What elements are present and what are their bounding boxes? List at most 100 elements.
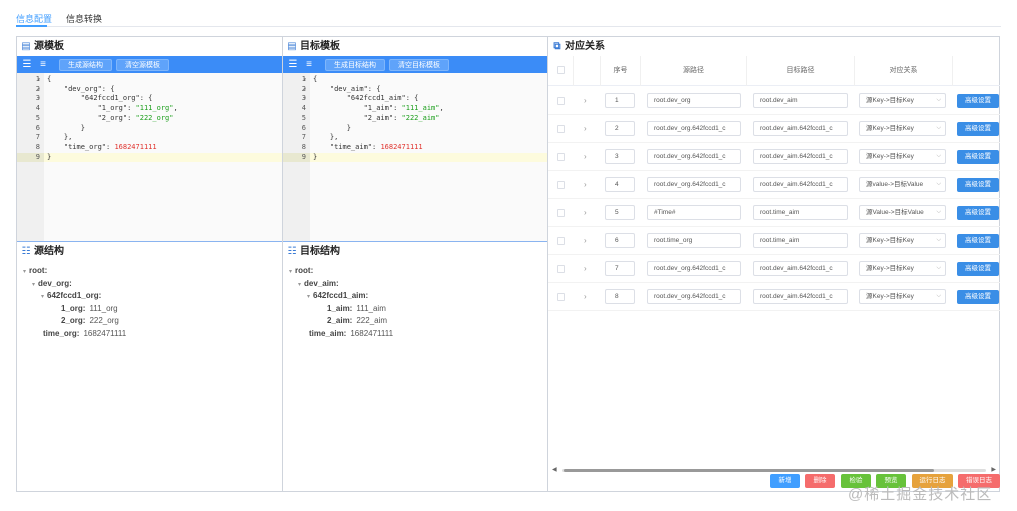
format-indent-icon[interactable]: ☰	[287, 59, 299, 70]
tree-node[interactable]: 1_org: 111_org	[61, 303, 118, 315]
code-line[interactable]: 7 },	[283, 133, 547, 143]
relation-select[interactable]: 源Key->目标Key ⌵	[859, 233, 946, 248]
tree-node[interactable]: time_org: 1682471111	[43, 328, 126, 340]
source-path-input[interactable]: #Time#	[647, 205, 741, 220]
chevron-down-icon[interactable]: ⌵	[936, 206, 941, 219]
relation-select[interactable]: 源Key->目标Key ⌵	[859, 261, 946, 276]
chevron-down-icon[interactable]: ⌵	[936, 234, 941, 247]
generate-source-structure-button[interactable]: 生成源结构	[59, 58, 112, 71]
tree-node[interactable]: ▾ root:	[289, 265, 317, 277]
index-input[interactable]: 8	[605, 289, 635, 304]
target-path-input[interactable]: root.time_aim	[753, 205, 848, 220]
source-path-input[interactable]: root.dev_org.642fccd1_c	[647, 261, 741, 276]
chevron-right-icon[interactable]: ›	[584, 264, 587, 273]
source-code-editor[interactable]: 1 ▾{2 ▾ "dev_org": {3 ▾ "642fccd1_org": {4 …	[17, 73, 282, 241]
relation-select[interactable]: 源Key->目标Key ⌵	[859, 149, 946, 164]
row-checkbox[interactable]	[557, 237, 565, 245]
index-input[interactable]: 3	[605, 149, 635, 164]
fold-toggle-icon[interactable]: ▾	[37, 75, 41, 85]
chevron-down-icon[interactable]: ⌵	[936, 94, 941, 107]
clear-target-template-button[interactable]: 清空目标模板	[389, 58, 449, 71]
chevron-right-icon[interactable]: ›	[584, 124, 587, 133]
source-path-input[interactable]: root.dev_org	[647, 93, 741, 108]
source-path-input[interactable]: root.dev_org.642fccd1_c	[647, 121, 741, 136]
index-input[interactable]: 6	[605, 233, 635, 248]
chevron-right-icon[interactable]: ›	[584, 96, 587, 105]
source-path-input[interactable]: root.time_org	[647, 233, 741, 248]
target-path-input[interactable]: root.dev_aim.642fccd1_c	[753, 121, 848, 136]
chevron-down-icon[interactable]: ⌵	[936, 290, 941, 303]
code-line[interactable]: 3 ▾ "642fccd1_aim": {	[283, 94, 547, 104]
index-input[interactable]: 1	[605, 93, 635, 108]
advanced-settings-button[interactable]: 高级设置	[957, 150, 999, 164]
expand-arrow-icon[interactable]: ▾	[298, 282, 301, 288]
scroll-left-icon[interactable]: ◀	[552, 466, 557, 473]
row-checkbox[interactable]	[557, 293, 565, 301]
code-line[interactable]: 3 ▾ "642fccd1_org": {	[17, 94, 282, 104]
expand-arrow-icon[interactable]: ▾	[23, 269, 26, 275]
target-path-input[interactable]: root.dev_aim	[753, 93, 848, 108]
scrollbar-thumb[interactable]	[564, 469, 934, 472]
code-line[interactable]: 9}	[283, 152, 547, 163]
chevron-right-icon[interactable]: ›	[584, 236, 587, 245]
delete-button[interactable]: 删除	[805, 474, 835, 488]
tree-node[interactable]: 1_aim: 111_aim	[327, 303, 386, 315]
tree-node[interactable]: ▾ 642fccd1_org:	[41, 290, 105, 302]
fold-toggle-icon[interactable]: ▾	[37, 85, 41, 95]
fold-toggle-icon[interactable]: ▾	[303, 85, 307, 95]
code-line[interactable]: 4 "1_org": "111_org",	[17, 104, 282, 114]
add-button[interactable]: 新增	[770, 474, 800, 488]
tab-info-config[interactable]: 信息配置	[16, 12, 52, 25]
advanced-settings-button[interactable]: 高级设置	[957, 234, 999, 248]
row-checkbox[interactable]	[557, 209, 565, 217]
row-checkbox[interactable]	[557, 181, 565, 189]
row-checkbox[interactable]	[557, 125, 565, 133]
chevron-down-icon[interactable]: ⌵	[936, 262, 941, 275]
advanced-settings-button[interactable]: 高级设置	[957, 94, 999, 108]
code-line[interactable]: 1 ▾{	[283, 75, 547, 85]
tab-info-convert[interactable]: 信息转换	[66, 12, 102, 25]
tree-node[interactable]: ▾ 642fccd1_aim:	[307, 290, 372, 302]
index-input[interactable]: 4	[605, 177, 635, 192]
target-path-input[interactable]: root.dev_aim.642fccd1_c	[753, 289, 848, 304]
tree-node[interactable]: 2_org: 222_org	[61, 315, 119, 327]
chevron-down-icon[interactable]: ⌵	[936, 178, 941, 191]
scroll-right-icon[interactable]: ▶	[991, 466, 996, 473]
clear-source-template-button[interactable]: 清空源模板	[116, 58, 169, 71]
code-line[interactable]: 7 },	[17, 133, 282, 143]
tree-node[interactable]: 2_aim: 222_aim	[327, 315, 387, 327]
tree-node[interactable]: ▾ dev_aim:	[298, 278, 343, 290]
row-checkbox[interactable]	[557, 97, 565, 105]
advanced-settings-button[interactable]: 高级设置	[957, 122, 999, 136]
relation-select[interactable]: 源Value->目标Value ⌵	[859, 205, 946, 220]
chevron-right-icon[interactable]: ›	[584, 292, 587, 301]
code-line[interactable]: 9}	[17, 152, 282, 163]
format-indent-icon[interactable]: ☰	[21, 59, 33, 70]
index-input[interactable]: 5	[605, 205, 635, 220]
target-code-editor[interactable]: 1 ▾{2 ▾ "dev_aim": {3 ▾ "642fccd1_aim": {4 …	[283, 73, 547, 241]
relation-select[interactable]: 源Key->目标Key ⌵	[859, 289, 946, 304]
horizontal-scrollbar[interactable]: ◀ ▶	[552, 467, 996, 473]
code-line[interactable]: 8 "time_org": 1682471111	[17, 143, 282, 153]
target-path-input[interactable]: root.dev_aim.642fccd1_c	[753, 177, 848, 192]
code-line[interactable]: 5 "2_aim": "222_aim"	[283, 114, 547, 124]
code-line[interactable]: 6 }	[283, 124, 547, 134]
expand-arrow-icon[interactable]: ▾	[289, 269, 292, 275]
expand-arrow-icon[interactable]: ▾	[41, 294, 44, 300]
code-line[interactable]: 5 "2_org": "222_org"	[17, 114, 282, 124]
source-path-input[interactable]: root.dev_org.642fccd1_c	[647, 289, 741, 304]
relation-select[interactable]: 源value->目标Value ⌵	[859, 177, 946, 192]
target-path-input[interactable]: root.dev_aim.642fccd1_c	[753, 149, 848, 164]
chevron-right-icon[interactable]: ›	[584, 208, 587, 217]
source-path-input[interactable]: root.dev_org.642fccd1_c	[647, 149, 741, 164]
fold-toggle-icon[interactable]: ▾	[37, 94, 41, 104]
source-path-input[interactable]: root.dev_org.642fccd1_c	[647, 177, 741, 192]
expand-arrow-icon[interactable]: ▾	[307, 294, 310, 300]
code-line[interactable]: 8 "time_aim": 1682471111	[283, 143, 547, 153]
target-path-input[interactable]: root.time_aim	[753, 233, 848, 248]
advanced-settings-button[interactable]: 高级设置	[957, 262, 999, 276]
chevron-down-icon[interactable]: ⌵	[936, 150, 941, 163]
relation-select[interactable]: 源Key->目标Key ⌵	[859, 121, 946, 136]
code-line[interactable]: 6 }	[17, 124, 282, 134]
advanced-settings-button[interactable]: 高级设置	[957, 206, 999, 220]
